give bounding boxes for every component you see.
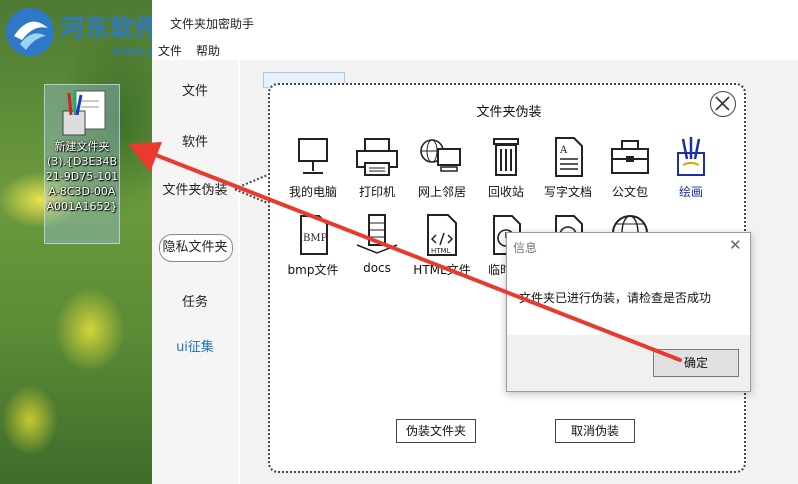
sidebar-item-ui-collect[interactable]: ui征集 (152, 336, 238, 355)
dialog-title-bar: 信息 ✕ (507, 233, 750, 259)
sidebar-item-file[interactable]: 文件 (152, 80, 238, 99)
disguise-option-label: docs (363, 261, 391, 275)
disguise-option-label: 绘画 (678, 185, 703, 199)
dialog-ok-button[interactable]: 确定 (653, 349, 739, 377)
printer-icon (356, 138, 398, 176)
computer-icon (298, 138, 328, 174)
disguise-option-label: 打印机 (358, 185, 395, 199)
svg-text:BMP: BMP (303, 233, 328, 244)
docs-icon (356, 214, 398, 254)
disguise-option-html[interactable]: HTML HTML文件 (411, 213, 473, 278)
svg-text:HTML: HTML (431, 247, 451, 255)
disguise-option-network[interactable]: 网上邻居 (411, 135, 473, 200)
disguise-option-paint[interactable]: 绘画 (660, 135, 722, 200)
disguise-option-computer[interactable]: 我的电脑 (282, 135, 344, 200)
paint-icon (677, 137, 705, 176)
sidebar: 文件 软件 文件夹伪装 隐私文件夹 任务 ui征集 (152, 60, 238, 484)
disguise-option-label: 公文包 (611, 185, 648, 199)
disguise-option-printer[interactable]: 打印机 (346, 135, 408, 200)
recycle-bin-icon (493, 138, 519, 176)
briefcase-icon (611, 140, 649, 174)
disguise-option-label: 写字文档 (543, 185, 592, 199)
popup-title: 文件夹伪装 (476, 105, 542, 120)
desktop-folder-label: 新建文件夹(3).{D3E34B21-9D75-101A-8C3D-00AA00… (45, 140, 119, 213)
sidebar-item-folder-disguise[interactable]: 文件夹伪装 (152, 179, 238, 198)
disguise-option-docs[interactable]: docs (346, 213, 408, 275)
sidebar-item-task[interactable]: 任务 (152, 291, 238, 310)
html-file-icon: HTML (427, 214, 457, 256)
info-dialog: 信息 ✕ 文件夹已进行伪装，请检查是否成功 确定 (506, 232, 751, 392)
watermark-logo-icon (6, 8, 54, 56)
desktop-folder-icon[interactable]: 新建文件夹(3).{D3E34B21-9D75-101A-8C3D-00AA00… (44, 84, 120, 244)
cancel-disguise-button[interactable]: 取消伪装 (555, 419, 635, 443)
dialog-message: 文件夹已进行伪装，请检查是否成功 (519, 291, 712, 305)
disguise-option-label: 回收站 (487, 185, 524, 199)
dialog-title: 信息 (513, 241, 538, 255)
sidebar-item-software[interactable]: 软件 (152, 131, 238, 150)
close-icon (715, 96, 730, 111)
disguise-option-briefcase[interactable]: 公文包 (599, 135, 661, 200)
disguise-option-label: 我的电脑 (288, 185, 337, 199)
disguise-option-label: HTML文件 (413, 263, 471, 277)
disguise-option-bmp[interactable]: BMP bmp文件 (282, 213, 344, 278)
dialog-body: 文件夹已进行伪装，请检查是否成功 (507, 259, 750, 335)
window-title: 文件夹加密助手 (170, 17, 255, 31)
popup-close-button[interactable] (710, 91, 736, 117)
bmp-file-icon: BMP (300, 215, 328, 255)
disguise-option-recycle-bin[interactable]: 回收站 (475, 135, 537, 200)
menu-bar: 文件 帮助 (152, 40, 798, 60)
dialog-close-icon[interactable]: ✕ (729, 236, 742, 254)
title-bar: 文件夹加密助手 (152, 0, 798, 40)
sidebar-item-private-folder[interactable]: 隐私文件夹 (152, 236, 238, 255)
svg-text:A: A (559, 145, 568, 156)
menu-help[interactable]: 帮助 (196, 42, 220, 59)
disguise-option-document[interactable]: A 写字文档 (537, 135, 599, 200)
folder-shortcut-icon (62, 90, 106, 136)
disguise-option-label: 网上邻居 (417, 185, 466, 199)
disguise-folder-button[interactable]: 伪装文件夹 (396, 419, 476, 443)
menu-file[interactable]: 文件 (158, 42, 182, 59)
network-icon (420, 139, 461, 172)
disguise-option-label: bmp文件 (287, 263, 339, 277)
document-icon: A (555, 137, 583, 177)
